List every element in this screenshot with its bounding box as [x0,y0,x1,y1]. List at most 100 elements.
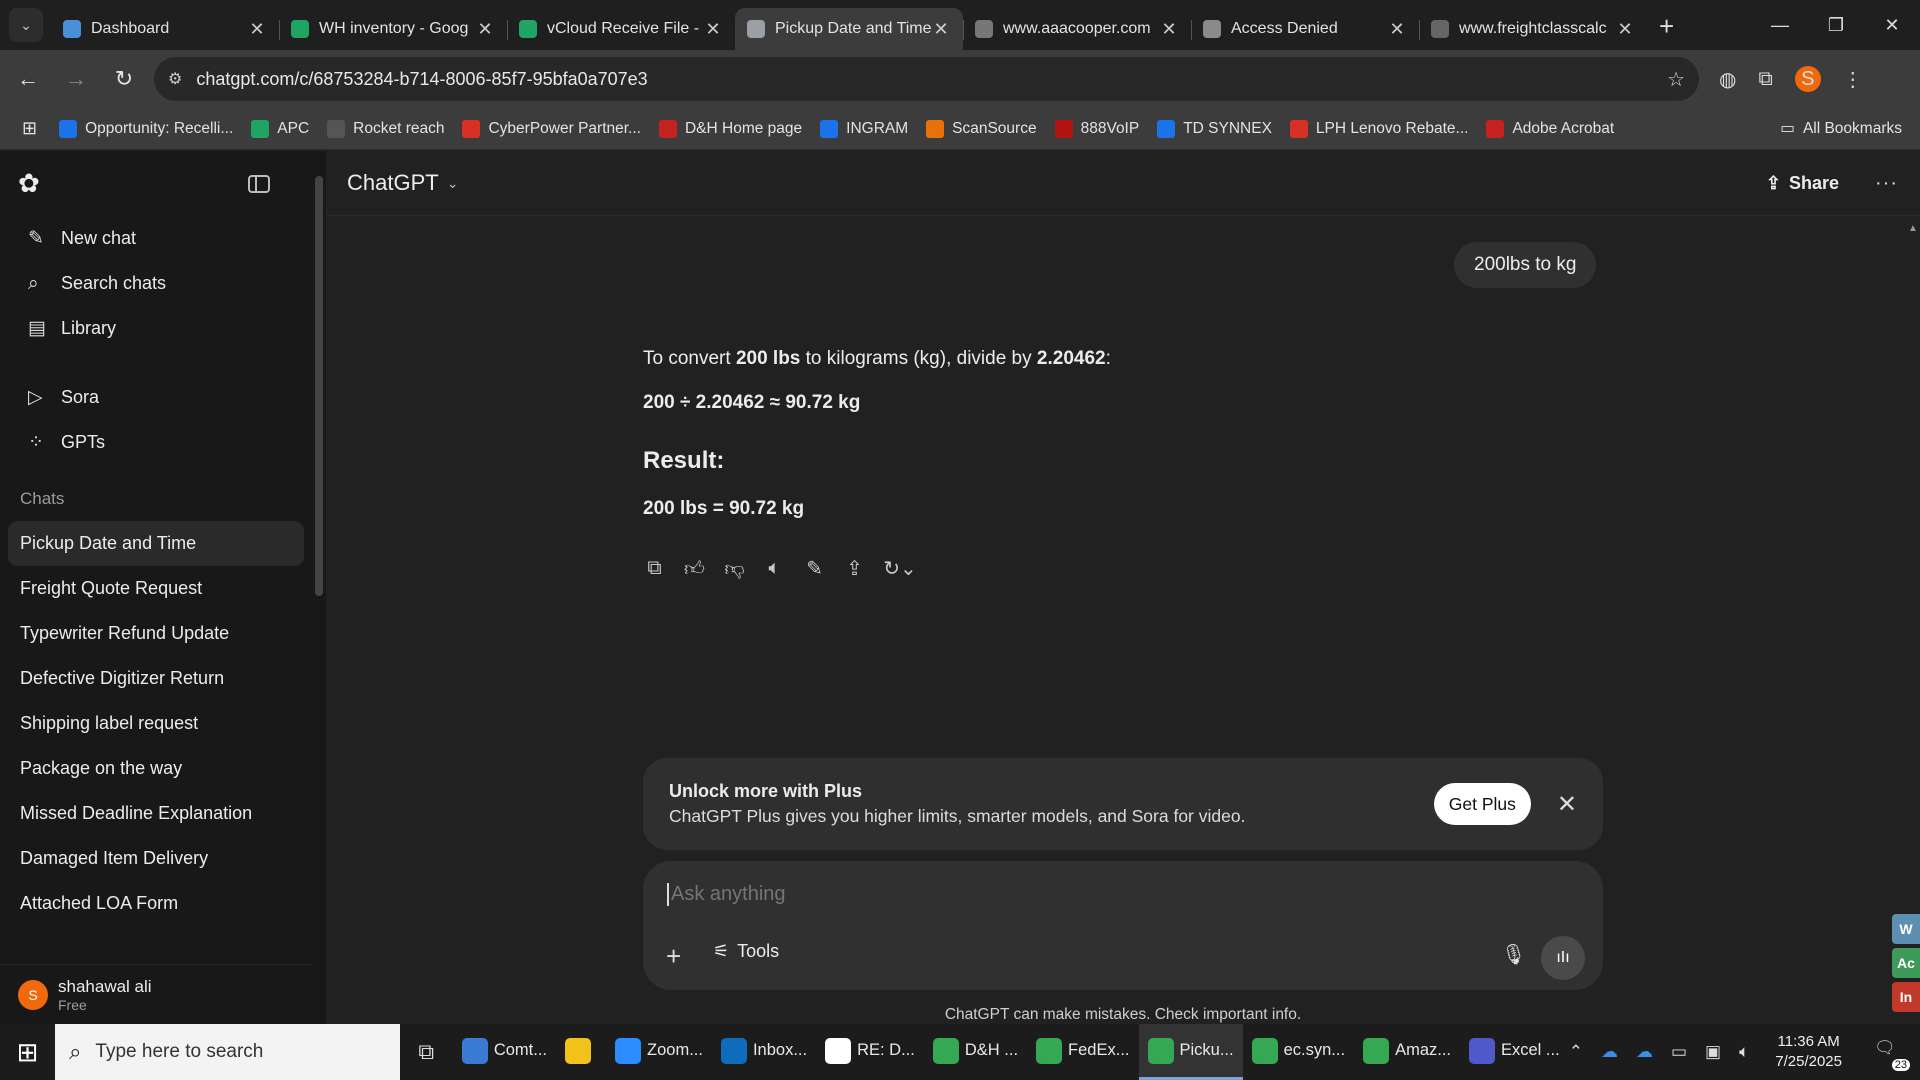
bookmark-item[interactable]: ScanSource [926,119,1037,138]
sidebar-item-search-chats[interactable]: ⌕ Search chats [8,261,304,306]
regenerate-icon[interactable]: ↻⌄ [883,556,917,581]
site-settings-icon[interactable]: ⚙ [168,69,182,89]
sidebar-scrollbar[interactable] [312,151,326,1024]
notifications-button[interactable]: 🗨︎ 23 [1874,1037,1910,1071]
side-panel-tab[interactable]: Ac [1892,948,1920,978]
voice-mode-button[interactable]: ıIı [1541,936,1585,980]
bookmark-item[interactable]: D&H Home page [658,119,802,138]
browser-menu-icon[interactable]: ⋮ [1843,67,1863,92]
chat-history-item[interactable]: Missed Deadline Explanation [8,791,304,836]
minimize-icon[interactable]: — [1752,15,1808,36]
new-tab-button[interactable]: + [1659,11,1674,42]
thumbs-up-icon[interactable]: 👍︎ [683,557,706,581]
close-icon[interactable]: ✕ [247,19,267,40]
taskbar-app[interactable]: D&H ... [924,1024,1027,1080]
bookmark-item[interactable]: Rocket reach [327,119,444,138]
bookmark-item[interactable]: Adobe Acrobat [1486,119,1614,138]
sidebar-toggle-icon[interactable] [248,174,270,193]
taskbar-app[interactable]: Comt... [453,1024,556,1080]
close-icon[interactable]: ✕ [1557,790,1577,819]
chat-history-item[interactable]: Damaged Item Delivery [8,836,304,881]
copy-icon[interactable]: ⧉ [643,557,666,580]
chevron-down-icon[interactable]: ⌄ [447,175,459,192]
back-button[interactable]: ← [8,59,48,99]
network-icon[interactable]: ▣ [1705,1042,1721,1062]
add-attachment-icon[interactable]: + [666,941,681,972]
scrollbar-thumb[interactable] [315,176,323,596]
chat-history-item[interactable]: Freight Quote Request [8,566,304,611]
microphone-icon[interactable]: 🎙︎ [1501,942,1526,967]
taskbar-app[interactable] [556,1024,606,1080]
reload-button[interactable]: ↻ [104,59,144,99]
close-icon[interactable]: ✕ [1159,19,1179,40]
taskbar-app[interactable]: Inbox... [712,1024,816,1080]
model-selector[interactable]: ChatGPT [347,170,439,196]
prompt-input[interactable] [667,883,1567,906]
sidebar-item-new-chat[interactable]: ✎ New chat [8,216,304,261]
taskbar-app[interactable]: Amaz... [1354,1024,1460,1080]
share-button[interactable]: ⇪ Share [1766,173,1839,194]
bookmark-item[interactable]: 888VoIP [1054,119,1139,138]
chevron-up-icon[interactable]: ⌃ [1569,1042,1583,1062]
apps-grid-icon[interactable]: ⊞ [22,118,37,139]
profile-avatar[interactable]: S [1794,66,1821,92]
chat-history-item[interactable]: Defective Digitizer Return [8,656,304,701]
close-icon[interactable]: ✕ [1615,19,1635,40]
tab-search-button[interactable]: ⌄ [9,8,43,42]
taskbar-app[interactable]: ec.syn... [1243,1024,1354,1080]
browser-tab[interactable]: Dashboard ✕ [51,8,279,50]
forward-button[interactable]: → [56,59,96,99]
taskbar-app[interactable]: FedEx... [1027,1024,1138,1080]
close-icon[interactable]: ✕ [1864,15,1920,36]
browser-tab[interactable]: Pickup Date and Time ✕ [735,8,963,50]
edit-icon[interactable]: ✎ [803,556,826,581]
all-bookmarks-button[interactable]: ▭ All Bookmarks [1780,119,1902,138]
bookmark-item[interactable]: APC [251,119,309,138]
bookmark-item[interactable]: INGRAM [820,119,908,138]
onedrive-icon[interactable]: ☁ [1636,1042,1653,1062]
restore-icon[interactable]: ❐ [1808,15,1864,36]
taskbar-app[interactable]: RE: D... [816,1024,924,1080]
taskbar-search[interactable]: ⌕ Type here to search [55,1024,400,1080]
chat-history-item[interactable]: Typewriter Refund Update [8,611,304,656]
share-icon[interactable]: ⇪ [843,556,866,581]
bookmark-item[interactable]: Opportunity: Recelli... [59,119,233,138]
browser-tab[interactable]: www.freightclasscalc ✕ [1419,8,1647,50]
taskbar-app[interactable]: Excel ... [1460,1024,1569,1080]
thumbs-down-icon[interactable]: 👎︎ [723,557,746,581]
sidebar-item-sora[interactable]: ▷ Sora [8,375,304,420]
bookmark-item[interactable]: CyberPower Partner... [462,119,641,138]
get-plus-button[interactable]: Get Plus [1433,783,1531,825]
chat-history-item[interactable]: Package on the way [8,746,304,791]
onedrive-icon[interactable]: ☁ [1601,1042,1618,1062]
scroll-up-arrow[interactable]: ▲ [1906,223,1920,235]
browser-tab[interactable]: Access Denied ✕ [1191,8,1419,50]
browser-tab[interactable]: vCloud Receive File - ✕ [507,8,735,50]
close-icon[interactable]: ✕ [931,19,951,40]
chat-history-item[interactable]: Pickup Date and Time [8,521,304,566]
taskbar-app[interactable]: Zoom... [606,1024,712,1080]
globe-icon[interactable]: ◍ [1719,67,1736,92]
close-icon[interactable]: ✕ [703,19,723,40]
bookmark-item[interactable]: LPH Lenovo Rebate... [1289,119,1468,138]
extensions-icon[interactable]: ⧉ [1758,68,1772,91]
taskbar-app[interactable]: Picku... [1138,1024,1243,1080]
side-panel-tab[interactable]: In [1892,982,1920,1012]
url-text[interactable]: chatgpt.com/c/68753284-b714-8006-85f7-95… [196,69,1667,90]
close-icon[interactable]: ✕ [1387,19,1407,40]
chat-history-item[interactable]: Shipping label request [8,701,304,746]
battery-icon[interactable]: ▭ [1671,1042,1687,1062]
read-aloud-icon[interactable]: 🔈︎ [763,557,786,580]
browser-tab[interactable]: WH inventory - Goog ✕ [279,8,507,50]
more-options-icon[interactable]: ··· [1875,172,1898,195]
side-panel-tab[interactable]: W [1892,914,1920,944]
bookmark-star-icon[interactable]: ☆ [1667,67,1685,92]
tools-button[interactable]: ⚟ Tools [713,941,779,962]
sidebar-item-gpts[interactable]: ⁘ GPTs [8,420,304,465]
start-button[interactable]: ⊞ [0,1024,55,1080]
browser-tab[interactable]: www.aaacooper.com ✕ [963,8,1191,50]
chat-history-item[interactable]: Attached LOA Form [8,881,304,926]
user-account[interactable]: S shahawal ali Free [0,964,312,1024]
sidebar-item-library[interactable]: ▤ Library [8,306,304,351]
volume-icon[interactable]: 🔈︎ [1739,1042,1749,1062]
